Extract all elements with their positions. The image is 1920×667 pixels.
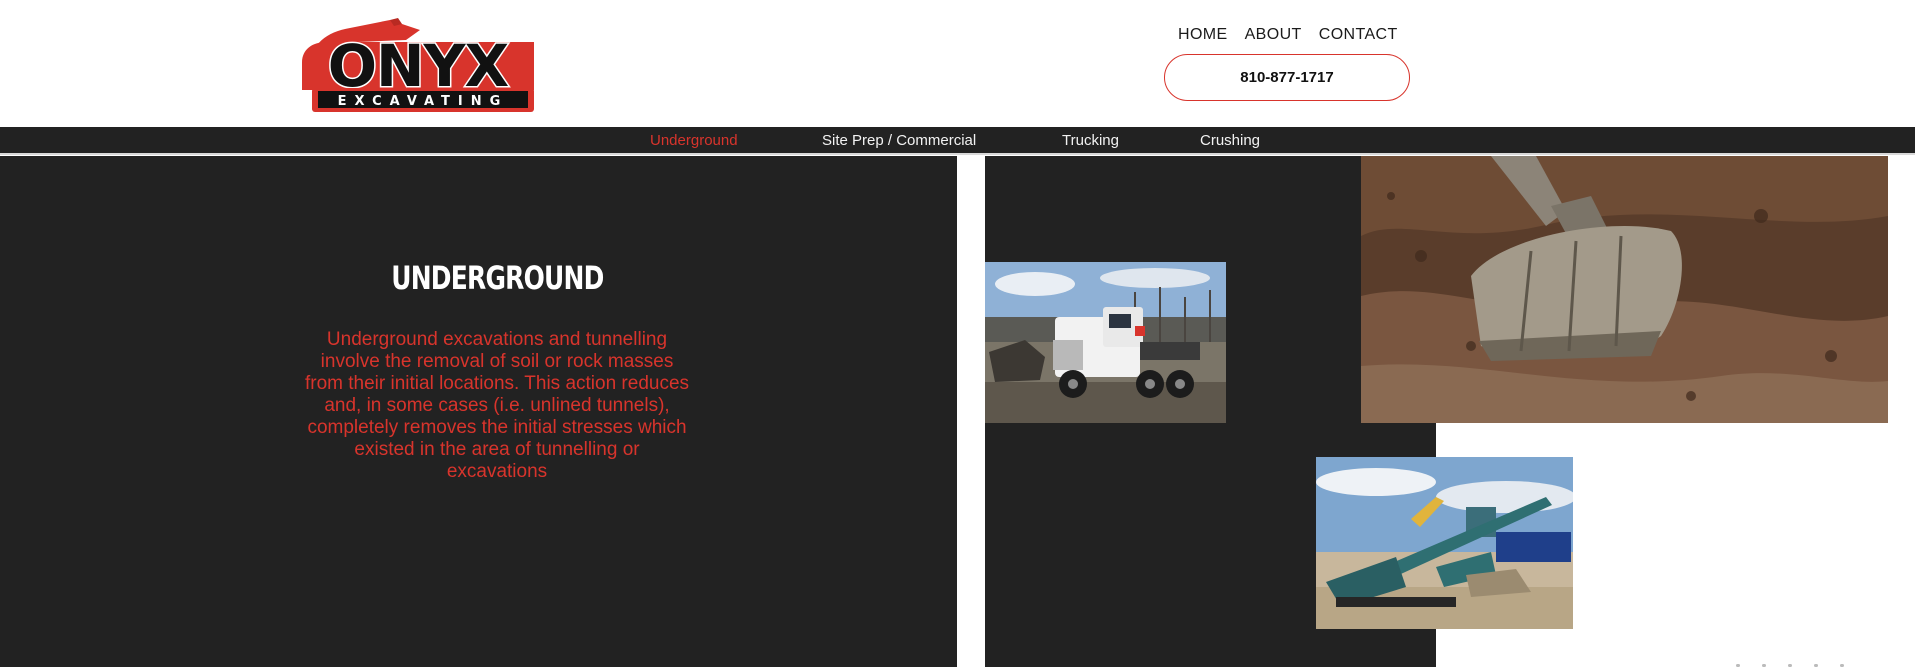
service-content-panel: UNDERGROUND Underground excavations and … <box>0 156 957 667</box>
excavator-photo <box>1361 156 1888 423</box>
nav-contact-link[interactable]: CONTACT <box>1319 26 1398 44</box>
service-tab-crushing[interactable]: Crushing <box>1200 132 1260 149</box>
page-title: UNDERGROUND <box>391 259 604 297</box>
service-tab-site-prep[interactable]: Site Prep / Commercial <box>822 132 976 149</box>
crusher-photo <box>1316 457 1573 629</box>
top-nav: HOME ABOUT CONTACT <box>1178 26 1398 44</box>
onyx-logo[interactable]: ONYX EXCAVATING <box>298 18 536 114</box>
service-tab-trucking[interactable]: Trucking <box>1062 132 1119 149</box>
service-description: Underground excavations and tunnelling i… <box>304 329 690 482</box>
truck-photo <box>985 262 1226 423</box>
service-tab-underground[interactable]: Underground <box>650 132 738 149</box>
nav-about-link[interactable]: ABOUT <box>1245 26 1302 44</box>
logo-subtitle: EXCAVATING <box>338 94 509 109</box>
phone-button[interactable]: 810-877-1717 <box>1164 54 1410 101</box>
nav-home-link[interactable]: HOME <box>1178 26 1228 44</box>
service-nav-bar: Underground Site Prep / Commercial Truck… <box>0 127 1915 155</box>
